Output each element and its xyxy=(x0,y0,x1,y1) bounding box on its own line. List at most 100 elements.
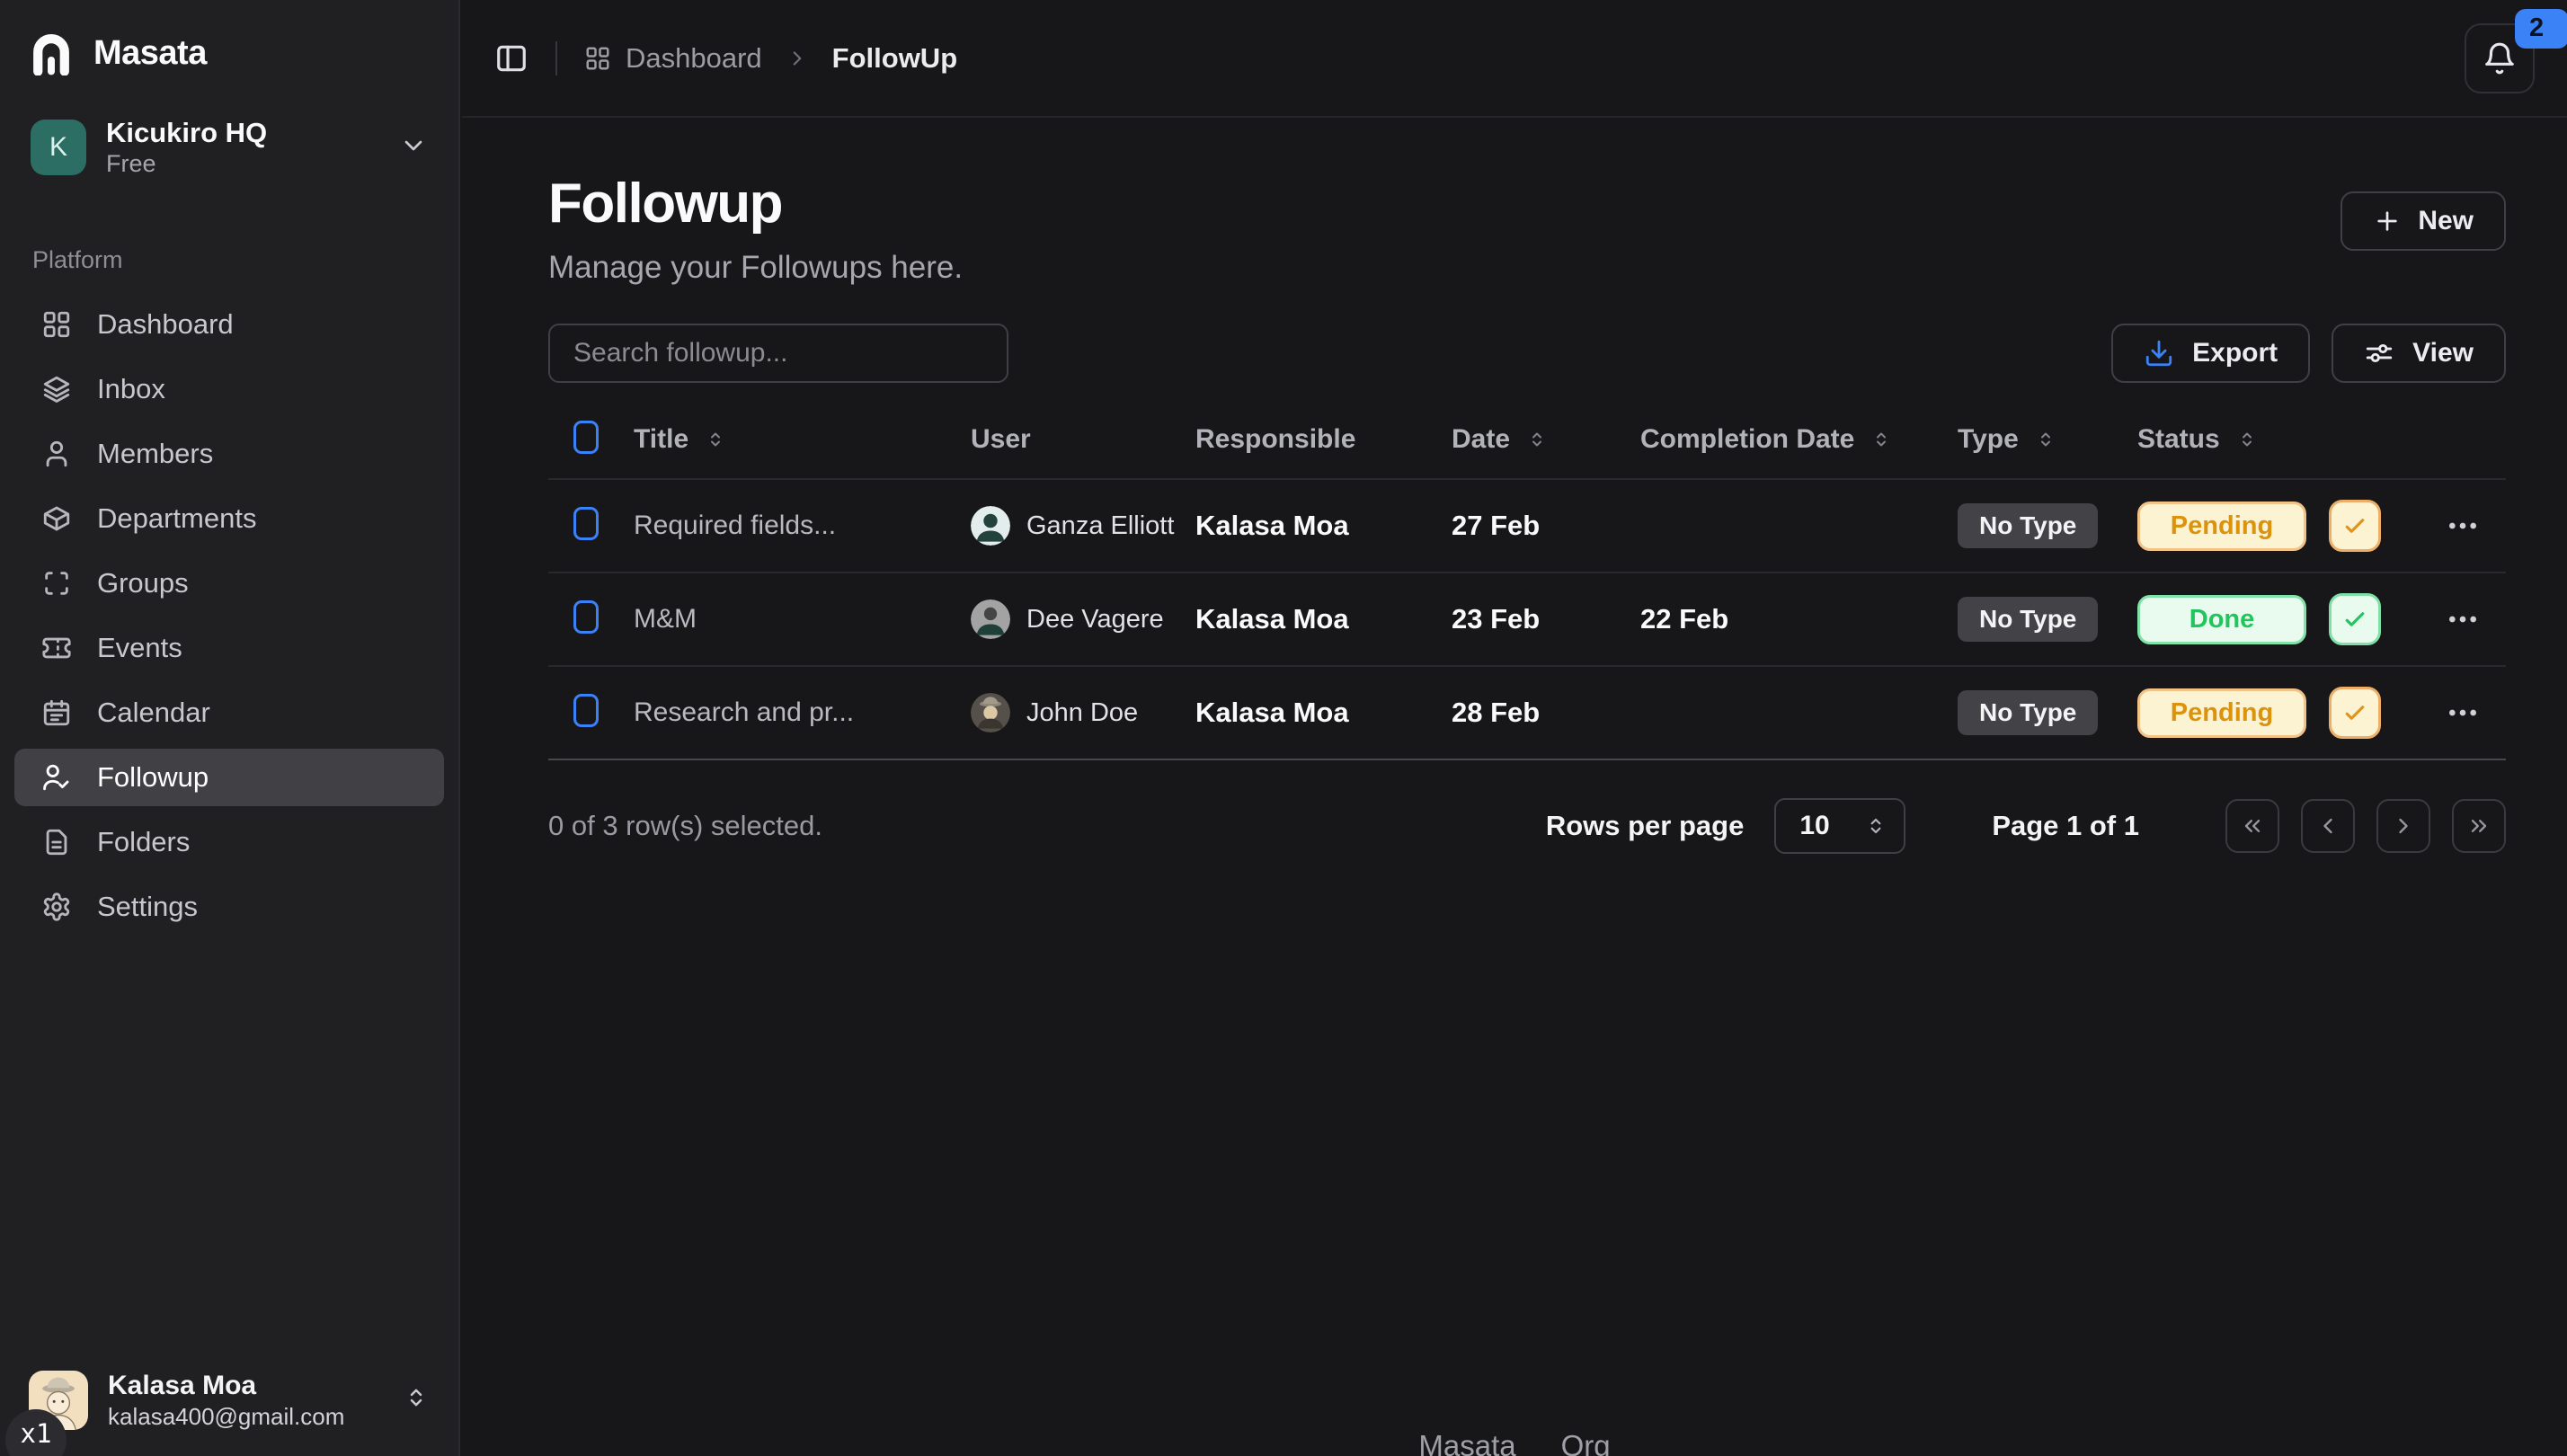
sidebar-toggle-button[interactable] xyxy=(494,41,528,75)
ticket-icon xyxy=(41,633,72,663)
sidebar-item-inbox[interactable]: Inbox xyxy=(14,360,444,418)
panel-left-icon xyxy=(494,41,528,75)
cell-user: John Doe xyxy=(971,693,1195,732)
sidebar-item-label: Settings xyxy=(97,891,198,923)
status-badge: Pending xyxy=(2137,688,2306,738)
cell-title: Required fields... xyxy=(634,510,971,541)
topbar: Dashboard FollowUp 2 xyxy=(462,0,2567,118)
sort-date-button[interactable]: Date xyxy=(1452,424,1548,455)
sidebar-item-label: Dashboard xyxy=(97,308,234,341)
sidebar-user-menu[interactable]: Kalasa Moa kalasa400@gmail.com xyxy=(22,1364,437,1437)
row-menu-button[interactable] xyxy=(2437,593,2489,645)
sidebar-item-label: Folders xyxy=(97,826,190,858)
sidebar-item-settings[interactable]: Settings xyxy=(14,878,444,936)
sidebar-item-members[interactable]: Members xyxy=(14,425,444,483)
sidebar-item-folders[interactable]: Folders xyxy=(14,813,444,871)
app-logo-row: Masata xyxy=(0,0,458,83)
sidebar-item-label: Members xyxy=(97,438,213,470)
user-name: Dee Vagere xyxy=(1026,605,1164,635)
page-subtitle: Manage your Followups here. xyxy=(548,250,963,286)
previous-page-button[interactable] xyxy=(2301,799,2355,853)
sort-icon xyxy=(1870,429,1892,450)
box-icon xyxy=(41,503,72,534)
user-icon xyxy=(41,439,72,469)
sidebar-item-label: Departments xyxy=(97,502,256,535)
file-icon xyxy=(41,827,72,857)
mark-done-button[interactable] xyxy=(2329,593,2381,645)
selection-count: 0 of 3 row(s) selected. xyxy=(548,810,822,842)
sort-completion-date-button[interactable]: Completion Date xyxy=(1640,424,1892,455)
rows-per-page-select[interactable]: 10 xyxy=(1774,798,1905,854)
grid-icon xyxy=(584,45,611,72)
row-menu-button[interactable] xyxy=(2437,687,2489,739)
bottom-tab-masata[interactable]: Masata xyxy=(1418,1429,1515,1456)
table-footer: 0 of 3 row(s) selected. Rows per page 10… xyxy=(548,798,2506,854)
rows-per-page-label: Rows per page xyxy=(1546,810,1745,842)
sidebar-item-events[interactable]: Events xyxy=(14,619,444,677)
page-content: Followup Manage your Followups here. New… xyxy=(462,172,2567,854)
mark-done-button[interactable] xyxy=(2329,500,2381,552)
sort-icon xyxy=(2236,429,2258,450)
ellipsis-icon xyxy=(2445,695,2481,731)
column-header-responsible: Responsible xyxy=(1195,424,1452,455)
last-page-button[interactable] xyxy=(2452,799,2506,853)
divider xyxy=(555,41,557,75)
calendar-icon xyxy=(41,697,72,728)
sidebar-item-label: Groups xyxy=(97,567,189,599)
workspace-avatar: K xyxy=(31,120,86,175)
table-row: Research and pr... John Doe Kalasa Moa 2… xyxy=(548,667,2506,760)
sidebar-item-departments[interactable]: Departments xyxy=(14,490,444,547)
chevron-right-icon xyxy=(2391,813,2416,839)
sort-type-button[interactable]: Type xyxy=(1958,424,2056,455)
chevrons-left-icon xyxy=(2240,813,2265,839)
sidebar-item-groups[interactable]: Groups xyxy=(14,555,444,612)
sort-icon xyxy=(2035,429,2056,450)
select-all-checkbox[interactable] xyxy=(573,421,599,454)
export-button[interactable]: Export xyxy=(2111,324,2310,383)
view-options-button[interactable]: View xyxy=(2332,324,2506,383)
main-area: Dashboard FollowUp 2 Followup Manage you… xyxy=(462,0,2567,1456)
sort-icon xyxy=(705,429,726,450)
type-badge: No Type xyxy=(1958,690,2098,735)
sort-title-button[interactable]: Title xyxy=(634,424,726,455)
breadcrumb: Dashboard FollowUp xyxy=(584,42,957,75)
first-page-button[interactable] xyxy=(2225,799,2279,853)
grid-icon xyxy=(41,309,72,340)
user-avatar xyxy=(971,599,1010,639)
chevron-right-icon xyxy=(786,47,809,70)
next-page-button[interactable] xyxy=(2376,799,2430,853)
breadcrumb-dashboard-link[interactable]: Dashboard xyxy=(584,42,762,75)
row-menu-button[interactable] xyxy=(2437,500,2489,552)
sidebar-item-calendar[interactable]: Calendar xyxy=(14,684,444,741)
search-input[interactable] xyxy=(548,324,1008,383)
workspace-plan: Free xyxy=(106,149,267,178)
check-icon xyxy=(2341,699,2368,726)
status-badge: Done xyxy=(2137,595,2306,644)
workspace-switcher[interactable]: K Kicukiro HQ Free xyxy=(16,106,442,189)
sidebar-item-dashboard[interactable]: Dashboard xyxy=(14,296,444,353)
cell-responsible: Kalasa Moa xyxy=(1195,510,1452,542)
plus-icon xyxy=(2373,207,2402,235)
chevrons-up-down-icon xyxy=(403,1384,430,1416)
user-email: kalasa400@gmail.com xyxy=(108,1402,344,1432)
download-icon xyxy=(2144,338,2174,368)
cell-responsible: Kalasa Moa xyxy=(1195,697,1452,729)
row-checkbox[interactable] xyxy=(573,507,599,540)
bottom-tab-org[interactable]: Org xyxy=(1561,1429,1611,1456)
page-indicator: Page 1 of 1 xyxy=(1992,810,2139,842)
cell-title: Research and pr... xyxy=(634,697,971,728)
chevron-left-icon xyxy=(2315,813,2340,839)
table-row: Required fields... Ganza Elliott Kalasa … xyxy=(548,480,2506,573)
app-name: Masata xyxy=(93,34,207,73)
row-checkbox[interactable] xyxy=(573,600,599,634)
cell-completion-date: 22 Feb xyxy=(1640,603,1958,635)
chevrons-up-down-icon xyxy=(1864,814,1888,838)
gear-icon xyxy=(41,892,72,922)
sort-status-button[interactable]: Status xyxy=(2137,424,2258,455)
pagination xyxy=(2225,799,2506,853)
row-checkbox[interactable] xyxy=(573,694,599,727)
column-header-user: User xyxy=(971,424,1195,455)
sidebar-item-followup[interactable]: Followup xyxy=(14,749,444,806)
new-followup-button[interactable]: New xyxy=(2340,191,2506,251)
mark-done-button[interactable] xyxy=(2329,687,2381,739)
